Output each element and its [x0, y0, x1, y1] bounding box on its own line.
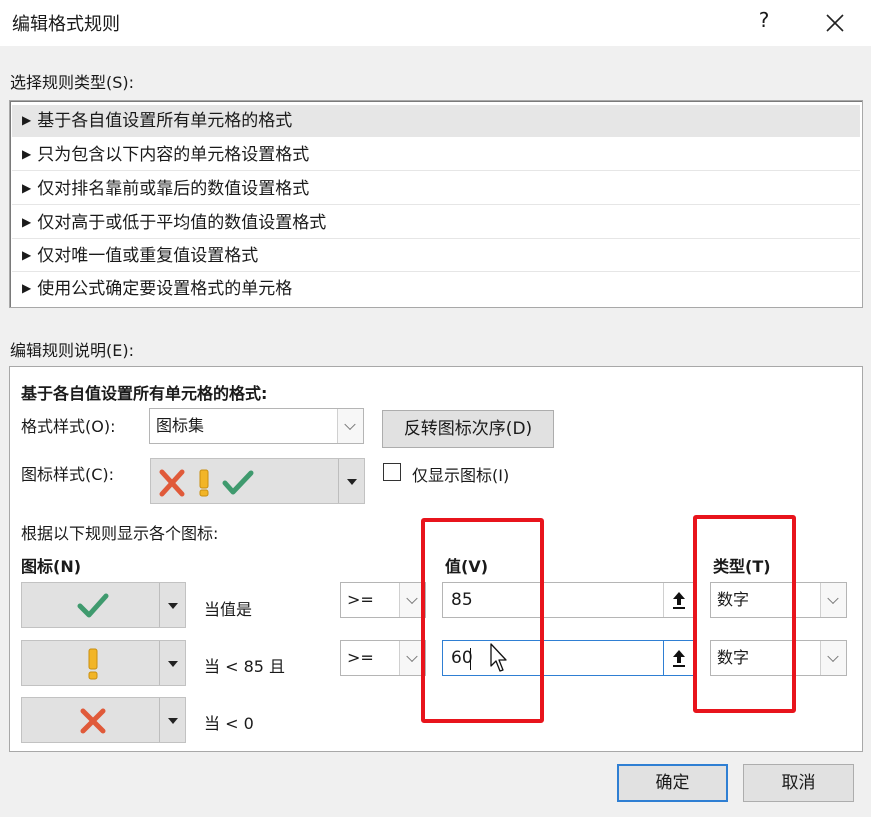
- operator-value: >=: [347, 648, 374, 667]
- condition-label: 当 < 85 且: [204, 657, 286, 676]
- rule-type-item-label: 基于各自值设置所有单元格的格式: [37, 111, 293, 131]
- upload-arrow-icon: [673, 650, 685, 667]
- format-style-select[interactable]: 图标集: [149, 408, 364, 444]
- dialog-title: 编辑格式规则: [12, 14, 120, 35]
- close-button[interactable]: [818, 6, 852, 40]
- dropdown-arrow[interactable]: [338, 459, 364, 503]
- condition-label: 当值是: [204, 600, 253, 619]
- rule-type-item[interactable]: ▶ 基于各自值设置所有单元格的格式: [12, 105, 860, 137]
- yellow-exclamation-icon: [88, 648, 98, 680]
- icon-picker-row-2[interactable]: [21, 640, 186, 686]
- icon-picker-row-3[interactable]: [21, 697, 186, 743]
- icon-column-header: 图标(N): [21, 557, 82, 576]
- rule-type-list[interactable]: ▶ 基于各自值设置所有单元格的格式 ▶ 只为包含以下内容的单元格设置格式 ▶ 仅对排名…: [9, 100, 863, 308]
- reverse-icon-order-button[interactable]: 反转图标次序(D): [382, 410, 554, 448]
- rule-type-item[interactable]: ▶ 仅对高于或低于平均值的数值设置格式: [12, 207, 860, 239]
- operator-select[interactable]: >=: [340, 582, 426, 618]
- icon-style-label: 图标样式(C):: [21, 465, 115, 484]
- rule-type-label: 选择规则类型(S):: [10, 73, 135, 92]
- yellow-exclamation-icon: [199, 469, 209, 497]
- rule-type-item-label: 使用公式确定要设置格式的单元格: [37, 279, 293, 299]
- chevron-down-icon: [820, 583, 846, 617]
- ok-button[interactable]: 确定: [617, 764, 728, 802]
- icon-set-preview: [159, 469, 254, 497]
- bullet-icon: ▶: [22, 113, 32, 127]
- red-x-icon: [80, 708, 106, 734]
- type-highlight-frame: [693, 515, 796, 713]
- triangle-down-icon: [347, 479, 357, 485]
- rule-type-item[interactable]: ▶ 仅对唯一值或重复值设置格式: [12, 240, 860, 272]
- show-icon-only-label: 仅显示图标(I): [412, 466, 510, 485]
- rule-desc-label: 编辑规则说明(E):: [10, 341, 134, 360]
- triangle-down-icon: [168, 718, 178, 724]
- rule-type-item-label: 仅对高于或低于平均值的数值设置格式: [37, 213, 327, 233]
- show-icon-only-checkbox[interactable]: [383, 463, 401, 481]
- rule-type-item[interactable]: ▶ 只为包含以下内容的单元格设置格式: [12, 139, 860, 171]
- rule-type-item-label: 仅对唯一值或重复值设置格式: [37, 246, 259, 266]
- icon-picker-row-1[interactable]: [21, 582, 186, 628]
- bullet-icon: ▶: [22, 281, 32, 295]
- rule-type-item[interactable]: ▶ 使用公式确定要设置格式的单元格: [12, 273, 860, 305]
- green-check-icon: [77, 593, 109, 618]
- format-style-value: 图标集: [156, 416, 205, 435]
- triangle-down-icon: [168, 661, 178, 667]
- triangle-down-icon: [168, 603, 178, 609]
- value-highlight-frame: [421, 518, 544, 723]
- rule-type-item-label: 仅对排名靠前或靠后的数值设置格式: [37, 179, 310, 199]
- rule-type-item[interactable]: ▶ 仅对排名靠前或靠后的数值设置格式: [12, 173, 860, 205]
- operator-value: >=: [347, 590, 374, 609]
- dropdown-arrow[interactable]: [159, 641, 185, 685]
- help-button[interactable]: ?: [752, 8, 776, 36]
- rule-desc-heading: 基于各自值设置所有单元格的格式:: [21, 384, 268, 403]
- cancel-button[interactable]: 取消: [743, 764, 854, 802]
- rules-caption: 根据以下规则显示各个图标:: [21, 524, 219, 543]
- green-check-icon: [222, 470, 254, 495]
- chevron-down-icon: [337, 409, 363, 443]
- dropdown-arrow[interactable]: [159, 698, 185, 742]
- chevron-down-icon: [820, 641, 846, 675]
- close-icon: [826, 14, 844, 32]
- format-style-label: 格式样式(O):: [21, 417, 116, 436]
- upload-arrow-icon: [673, 592, 685, 609]
- rule-type-item-label: 只为包含以下内容的单元格设置格式: [37, 145, 310, 165]
- bullet-icon: ▶: [22, 181, 32, 195]
- bullet-icon: ▶: [22, 147, 32, 161]
- operator-select[interactable]: >=: [340, 640, 426, 676]
- icon-style-select[interactable]: [150, 458, 365, 504]
- range-select-button[interactable]: [663, 641, 693, 675]
- bullet-icon: ▶: [22, 215, 32, 229]
- bullet-icon: ▶: [22, 248, 32, 262]
- range-select-button[interactable]: [663, 583, 693, 617]
- dropdown-arrow[interactable]: [159, 583, 185, 627]
- red-x-icon: [159, 469, 185, 497]
- title-bar: [0, 0, 871, 46]
- condition-label: 当 < 0: [204, 714, 254, 733]
